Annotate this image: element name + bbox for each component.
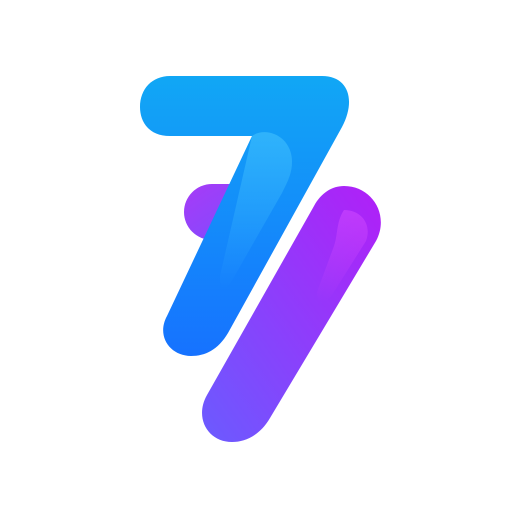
seven-slash-logo [0, 0, 512, 512]
app-icon-canvas [0, 0, 512, 512]
